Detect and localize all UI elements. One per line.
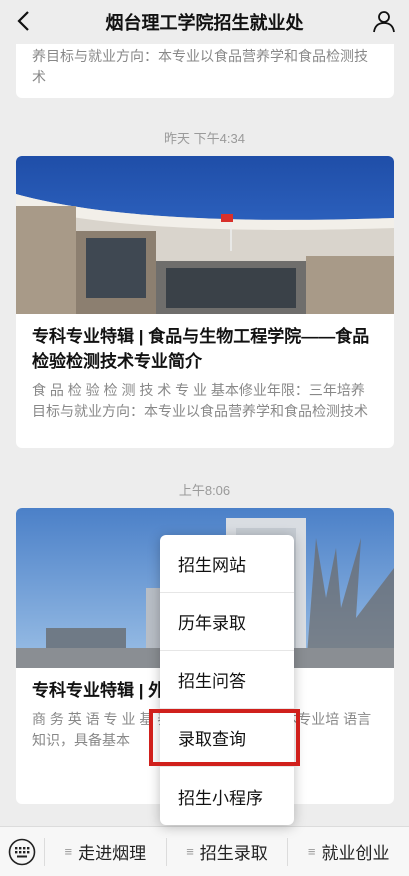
menu-item-admission-website[interactable]: 招生网站 — [160, 535, 294, 593]
popup-menu: 招生网站 历年录取 招生问答 录取查询 招生小程序 — [160, 535, 294, 825]
chevron-left-icon — [17, 11, 29, 31]
keyboard-toggle-button[interactable] — [0, 827, 44, 876]
page-title: 烟台理工学院招生就业处 — [105, 13, 304, 33]
user-icon — [373, 11, 395, 33]
message-timestamp: 上午8:06 — [178, 483, 231, 498]
menu-item-mini-program[interactable]: 招生小程序 — [160, 767, 294, 825]
article-cover-image — [16, 156, 394, 314]
keyboard-icon — [8, 838, 36, 865]
article-card[interactable]: 专科专业特辑 | 食品与生物工程学院——食品检验检测技术专业简介 食 品 检 验… — [16, 156, 394, 448]
tab-admissions[interactable]: ≡ 招生录取 — [165, 837, 288, 866]
bottom-menu-bar: ≡ 走进烟理 ≡ 招生录取 ≡ 就业创业 — [0, 826, 409, 876]
article-title: 专科专业特辑 | 食品与生物工程学院——食品检验检测技术专业简介 — [32, 327, 370, 371]
tab-label: 招生录取 — [199, 844, 268, 863]
article-desc: 养目标与就业方向：本专业以食品营养学和食品检测技术 — [32, 48, 368, 85]
article-desc: 食 品 检 验 检 测 技 术 专 业 基本修业年限：三年培养目标与就业方向：本… — [32, 382, 368, 419]
profile-button[interactable] — [371, 8, 397, 34]
article-card[interactable]: 养目标与就业方向：本专业以食品营养学和食品检测技术 — [16, 40, 394, 98]
message-timestamp: 昨天 下午4:34 — [164, 131, 245, 146]
top-bar: 烟台理工学院招生就业处 — [0, 0, 409, 44]
menu-item-admission-qa[interactable]: 招生问答 — [160, 651, 294, 709]
list-icon: ≡ — [64, 844, 73, 859]
tab-about-school[interactable]: ≡ 走进烟理 — [44, 837, 166, 866]
menu-item-past-admissions[interactable]: 历年录取 — [160, 593, 294, 651]
tab-label: 走进烟理 — [78, 844, 147, 863]
tab-label: 就业创业 — [321, 844, 390, 863]
menu-item-admission-query[interactable]: 录取查询 — [160, 709, 294, 767]
list-icon: ≡ — [186, 844, 194, 859]
list-icon: ≡ — [307, 844, 316, 859]
tab-employment[interactable]: ≡ 就业创业 — [287, 837, 409, 866]
back-button[interactable] — [10, 8, 36, 34]
